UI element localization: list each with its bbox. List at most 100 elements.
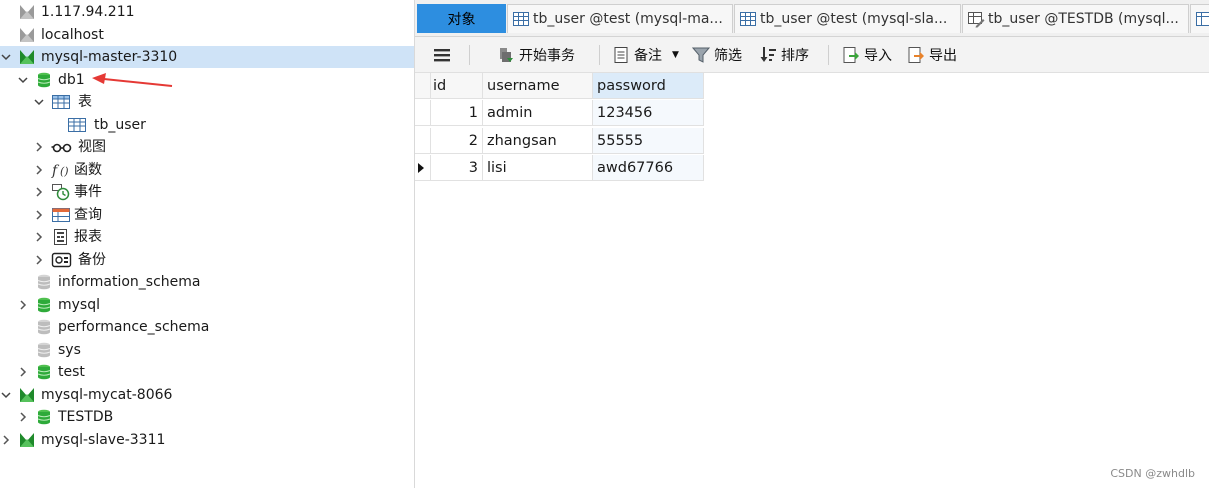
tree-item[interactable]: sys <box>0 339 414 361</box>
tab-tb-user-testdb[interactable]: tb_user @TESTDB (mysql... <box>962 4 1189 33</box>
query-icon <box>51 206 70 224</box>
begin-transaction-label: 开始事务 <box>519 47 575 64</box>
memo-button[interactable]: 备注 ▼ <box>612 37 679 72</box>
table-icon <box>512 10 530 28</box>
memo-label: 备注 <box>634 47 662 64</box>
tree-item-label: TESTDB <box>58 409 114 425</box>
tree-item[interactable]: information_schema <box>0 271 414 293</box>
database-icon <box>35 363 53 381</box>
tab-tb-user-slave[interactable]: tb_user @test (mysql-sla... <box>734 4 961 33</box>
tree-item[interactable]: localhost <box>0 24 414 46</box>
connection-icon <box>18 48 36 66</box>
sort-label: 排序 <box>781 47 809 64</box>
tree-item[interactable]: mysql-mycat-8066 <box>0 384 414 406</box>
column-header-password[interactable]: password <box>593 73 704 99</box>
connection-icon <box>18 386 36 404</box>
import-icon <box>842 46 860 64</box>
tree-item-label: mysql <box>58 296 100 313</box>
chevron-right-icon[interactable] <box>17 366 29 378</box>
navigation-tree: 1.117.94.211 localhost mysql-master-3310 db… <box>0 0 415 488</box>
export-button[interactable]: 导出 <box>907 37 957 72</box>
cell-id[interactable]: 3 <box>431 155 483 181</box>
chevron-right-icon[interactable] <box>33 164 45 176</box>
column-header-id[interactable]: id <box>431 73 483 99</box>
tree-item-label: 1.117.94.211 <box>41 4 135 20</box>
table-icon <box>739 10 757 28</box>
dropdown-caret-icon[interactable]: ▼ <box>672 50 679 60</box>
tree-item[interactable]: f() 函数 <box>0 159 414 181</box>
cell-username[interactable]: admin <box>483 100 593 126</box>
table-design-icon <box>967 10 985 28</box>
tree-item[interactable]: 查询 <box>0 204 414 226</box>
table-icon <box>67 116 89 134</box>
connection-icon <box>18 26 36 44</box>
column-header-username[interactable]: username <box>483 73 593 99</box>
tree-item[interactable]: mysql-master-3310 <box>0 46 414 68</box>
tree-item[interactable]: 事件 <box>0 181 414 203</box>
tree-item-label: db1 <box>58 71 85 88</box>
database-icon <box>35 318 53 336</box>
chevron-right-icon[interactable] <box>33 231 45 243</box>
tab-tb-user-master[interactable]: tb_user @test (mysql-ma... <box>507 4 733 33</box>
row-marker[interactable] <box>415 155 431 181</box>
chevron-right-icon[interactable] <box>17 299 29 311</box>
tab-overflow[interactable] <box>1190 4 1209 33</box>
chevron-right-icon[interactable] <box>17 411 29 423</box>
cell-username[interactable]: lisi <box>483 155 593 181</box>
transaction-icon <box>497 46 515 64</box>
row-marker[interactable] <box>415 127 431 154</box>
row-marker[interactable] <box>415 100 431 126</box>
chevron-right-icon[interactable] <box>33 141 45 153</box>
cell-password[interactable]: 55555 <box>593 127 704 154</box>
row-marker-header <box>415 73 431 99</box>
tree-item-label: tb_user <box>94 116 146 133</box>
chevron-right-icon[interactable] <box>0 434 12 446</box>
chevron-right-icon[interactable] <box>33 254 45 266</box>
cell-password[interactable]: awd67766 <box>593 155 704 181</box>
chevron-right-icon[interactable] <box>33 186 45 198</box>
toolbar-separator <box>828 45 829 65</box>
cell-password[interactable]: 123456 <box>593 100 704 126</box>
chevron-down-icon[interactable] <box>0 389 12 401</box>
tab-objects[interactable]: 对象 <box>417 4 506 33</box>
tree-item[interactable]: performance_schema <box>0 316 414 338</box>
tree-item[interactable]: test <box>0 361 414 383</box>
cell-id[interactable]: 1 <box>431 100 483 126</box>
tree-item[interactable]: TESTDB <box>0 406 414 428</box>
cell-username[interactable]: zhangsan <box>483 127 593 154</box>
tree-item[interactable]: 1.117.94.211 <box>0 1 414 23</box>
toolbar-separator <box>469 45 470 65</box>
chevron-down-icon[interactable] <box>17 74 29 86</box>
tab-label: 对象 <box>447 12 476 28</box>
chevron-right-icon[interactable] <box>33 209 45 221</box>
tree-item-label: mysql-master-3310 <box>41 49 178 65</box>
tree-item[interactable]: mysql <box>0 294 414 316</box>
event-icon <box>51 183 70 201</box>
cell-id[interactable]: 2 <box>431 127 483 154</box>
filter-button[interactable]: 筛选 <box>692 37 742 72</box>
import-button[interactable]: 导入 <box>842 37 892 72</box>
table-icon <box>1195 10 1209 28</box>
menu-button[interactable] <box>433 37 455 72</box>
svg-text:(): () <box>60 165 69 178</box>
export-label: 导出 <box>929 47 957 64</box>
chevron-down-icon[interactable] <box>33 96 45 108</box>
tree-item[interactable]: 备份 <box>0 249 414 271</box>
tree-item[interactable]: 视图 <box>0 136 414 158</box>
tree-item[interactable]: db1 <box>0 69 414 91</box>
tree-item-label: mysql-slave-3311 <box>41 431 166 448</box>
tree-item-label: test <box>58 364 85 380</box>
memo-icon <box>612 46 630 64</box>
tree-item[interactable]: tb_user <box>0 114 414 136</box>
tree-item[interactable]: 表 <box>0 91 414 113</box>
tree-item[interactable]: mysql-slave-3311 <box>0 429 414 451</box>
tab-bar: 对象 tb_user @test (mysql-ma... tb_user @t… <box>415 0 1209 37</box>
sort-button[interactable]: 排序 <box>759 37 809 72</box>
tree-item[interactable]: 报表 <box>0 226 414 248</box>
begin-transaction-button[interactable]: 开始事务 <box>497 37 575 72</box>
chevron-down-icon[interactable] <box>0 51 12 63</box>
